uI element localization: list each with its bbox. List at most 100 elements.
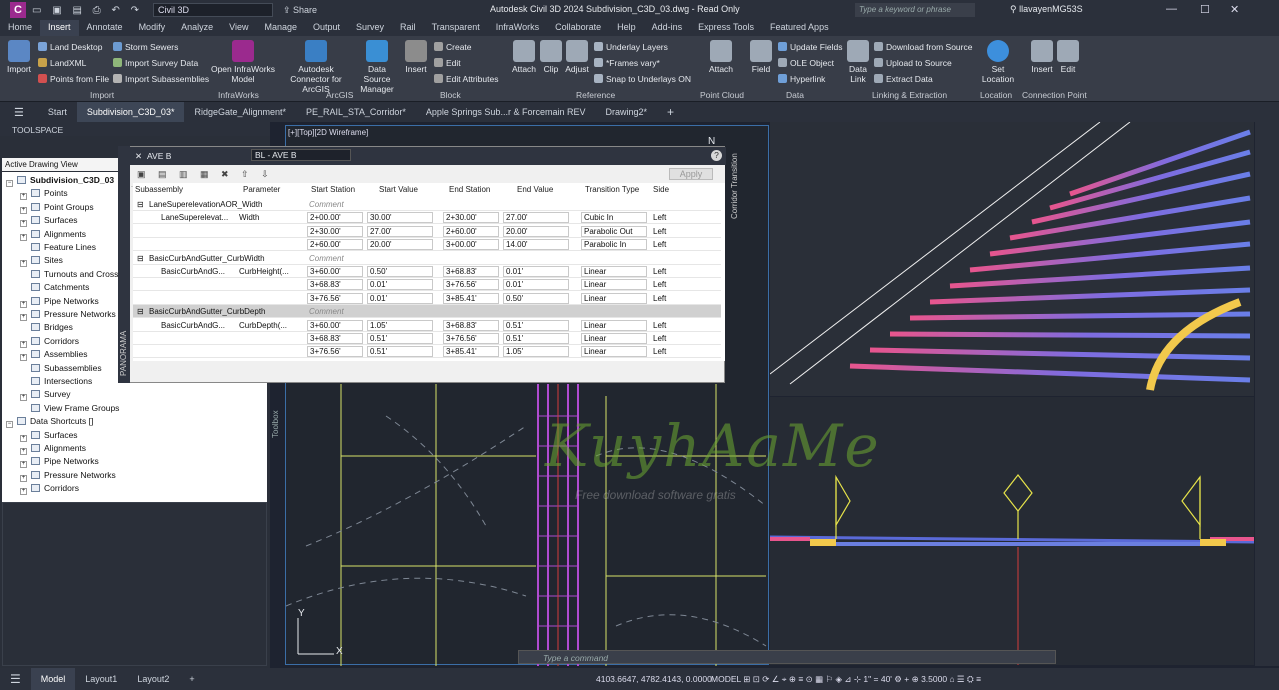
storm-sewers-button[interactable]: Storm Sewers — [113, 42, 178, 52]
transition-type-select[interactable]: Parabolic In — [581, 239, 647, 251]
underlay-layers-button[interactable]: Underlay Layers — [594, 42, 668, 52]
tree-item-subdivision-c3d-03[interactable]: − Subdivision_C3D_03 — [6, 175, 114, 187]
start-value-field[interactable]: 27.00' — [367, 225, 433, 237]
start-station-field[interactable]: 2+00.00' — [307, 212, 363, 224]
transition-type-select[interactable]: Linear — [581, 266, 647, 277]
model-space-toggle[interactable]: MODEL — [711, 674, 741, 684]
transition-row[interactable]: 3+68.83' 0.51' 3+76.56' 0.51' Linear Left — [133, 332, 721, 345]
expand-icon[interactable]: + — [20, 474, 27, 482]
end-value-field[interactable]: 20.00' — [503, 225, 569, 237]
end-station-field[interactable]: 3+76.56' — [443, 279, 499, 291]
ribbon-tab-output[interactable]: Output — [305, 20, 348, 36]
tree-item-turnouts-and-crossings[interactable]: Turnouts and Crossings — [20, 269, 134, 279]
ribbon-tab-transparent[interactable]: Transparent — [424, 20, 488, 36]
tree-item-pipe-networks[interactable]: + Pipe Networks — [20, 296, 99, 308]
edit-block-button[interactable]: Edit — [434, 58, 461, 68]
ribbon-tab-modify[interactable]: Modify — [131, 20, 174, 36]
start-value-field[interactable]: 0.50' — [367, 266, 433, 277]
side-value[interactable]: Left — [653, 332, 683, 345]
end-station-field[interactable]: 3+00.00' — [443, 239, 499, 251]
points-from-file-button[interactable]: Points from File — [38, 74, 109, 84]
transition-type-select[interactable]: Cubic In — [581, 212, 647, 224]
group-row[interactable]: ⊟ BasicCurbAndGutter_CurbWidth Comment — [133, 252, 721, 265]
clip-button[interactable]: Clip — [539, 40, 563, 74]
data-source-manager-button[interactable]: Data Source Manager — [354, 40, 400, 94]
side-value[interactable]: Left — [653, 265, 683, 278]
help-icon[interactable]: ? — [711, 150, 722, 161]
expand-icon[interactable] — [20, 405, 27, 412]
ole-object-button[interactable]: OLE Object — [778, 58, 834, 68]
transition-type-select[interactable]: Linear — [581, 279, 647, 291]
collapse-icon[interactable]: ⊟ — [137, 198, 147, 211]
tree-item-sites[interactable]: + Sites — [20, 255, 63, 268]
start-value-field[interactable]: 0.01' — [367, 279, 433, 291]
expand-icon[interactable]: + — [20, 233, 27, 241]
field-button[interactable]: Field — [748, 40, 774, 74]
snap-underlays-toggle[interactable]: Snap to Underlays ON — [594, 74, 691, 84]
transition-row[interactable]: 3+76.56' 0.51' 3+85.41' 1.05' Linear Left — [133, 345, 721, 359]
transition-row[interactable]: LaneSuperelevat... Width 2+00.00' 30.00' 2+3… — [133, 211, 721, 225]
transition-row[interactable]: BasicCurbAndG... CurbDepth(... 3+60.00' 1.0… — [133, 319, 721, 332]
ribbon-tab-express-tools[interactable]: Express Tools — [690, 20, 762, 36]
expand-icon[interactable]: + — [20, 206, 27, 214]
start-value-field[interactable]: 0.01' — [367, 292, 433, 304]
tree-item-subassemblies[interactable]: Subassemblies — [20, 363, 102, 373]
edit-connection-button[interactable]: Edit — [1056, 40, 1080, 74]
expand-icon[interactable]: + — [20, 434, 27, 442]
doc-tab-pe-rail[interactable]: PE_RAIL_STA_Corridor* — [296, 107, 416, 117]
expand-icon[interactable] — [20, 244, 27, 251]
end-station-field[interactable]: 2+30.00' — [443, 212, 499, 224]
transition-type-select[interactable]: Linear — [581, 333, 647, 344]
menu-icon[interactable]: ☰ — [0, 106, 38, 119]
end-station-field[interactable]: 2+60.00' — [443, 225, 499, 237]
side-value[interactable]: Left — [653, 292, 683, 305]
ribbon-tab-annotate[interactable]: Annotate — [79, 20, 131, 36]
transition-type-select[interactable]: Linear — [581, 319, 647, 331]
column-header-start-station[interactable]: Start Station — [311, 183, 355, 197]
expand-icon[interactable]: − — [6, 421, 13, 429]
end-station-field[interactable]: 3+76.56' — [443, 333, 499, 344]
tree-item-point-groups[interactable]: + Point Groups — [20, 202, 94, 214]
new-tab-icon[interactable]: + — [657, 105, 684, 119]
start-station-field[interactable]: 3+60.00' — [307, 266, 363, 277]
start-value-field[interactable]: 0.51' — [367, 346, 433, 358]
ribbon-tab-collaborate[interactable]: Collaborate — [547, 20, 609, 36]
side-value[interactable]: Left — [653, 319, 683, 332]
group-comment[interactable]: Comment — [309, 305, 429, 318]
ribbon-tab-add-ins[interactable]: Add-ins — [644, 20, 691, 36]
ribbon-tab-manage[interactable]: Manage — [256, 20, 305, 36]
insert-connection-button[interactable]: Insert — [1028, 40, 1056, 74]
set-location-button[interactable]: Set Location — [978, 40, 1018, 84]
end-station-field[interactable]: 3+68.83' — [443, 319, 499, 331]
doc-tab-ridgegate[interactable]: RidgeGate_Alignment* — [184, 107, 296, 117]
import-survey-button[interactable]: Import Survey Data — [113, 58, 198, 68]
column-header-side[interactable]: Side — [653, 183, 669, 197]
close-panel-icon[interactable]: ✕ — [135, 151, 142, 162]
transition-type-select[interactable]: Linear — [581, 292, 647, 304]
download-source-button[interactable]: Download from Source — [874, 42, 972, 52]
search-input[interactable]: Type a keyword or phrase — [855, 3, 975, 17]
tree-item-surfaces[interactable]: + Surfaces — [20, 430, 78, 442]
column-header-parameter[interactable]: Parameter — [243, 183, 280, 197]
expand-icon[interactable] — [20, 271, 27, 278]
group-label-import[interactable]: Import — [90, 90, 114, 100]
group-label-infraworks[interactable]: InfraWorks — [218, 90, 259, 100]
ribbon-tab-rail[interactable]: Rail — [392, 20, 424, 36]
end-value-field[interactable]: 27.00' — [503, 212, 569, 224]
model-tab[interactable]: Model — [30, 668, 76, 690]
attach-pointcloud-button[interactable]: Attach — [706, 40, 736, 74]
doc-tab-subdivision[interactable]: Subdivision_C3D_03* — [76, 102, 185, 122]
navigation-toolbar[interactable] — [1255, 122, 1279, 666]
baseline-select[interactable]: BL - AVE B — [251, 149, 351, 161]
toolbox-tab[interactable]: Toolbox — [271, 410, 280, 438]
transition-row[interactable]: 2+30.00' 27.00' 2+60.00' 20.00' Parabolic Ou… — [133, 225, 721, 238]
end-station-field[interactable]: 3+85.41' — [443, 292, 499, 304]
start-station-field[interactable]: 2+60.00' — [307, 239, 363, 251]
start-station-field[interactable]: 3+68.83' — [307, 279, 363, 291]
tree-item-feature-lines[interactable]: Feature Lines — [20, 242, 96, 252]
share-button[interactable]: ⇪ Share — [283, 5, 317, 16]
attach-button[interactable]: Attach — [510, 40, 538, 74]
tree-item-alignments[interactable]: + Alignments — [20, 443, 86, 455]
active-drawing-view-tab[interactable]: Active Drawing View — [2, 158, 122, 171]
layouts-menu-icon[interactable]: ☰ — [0, 672, 31, 686]
